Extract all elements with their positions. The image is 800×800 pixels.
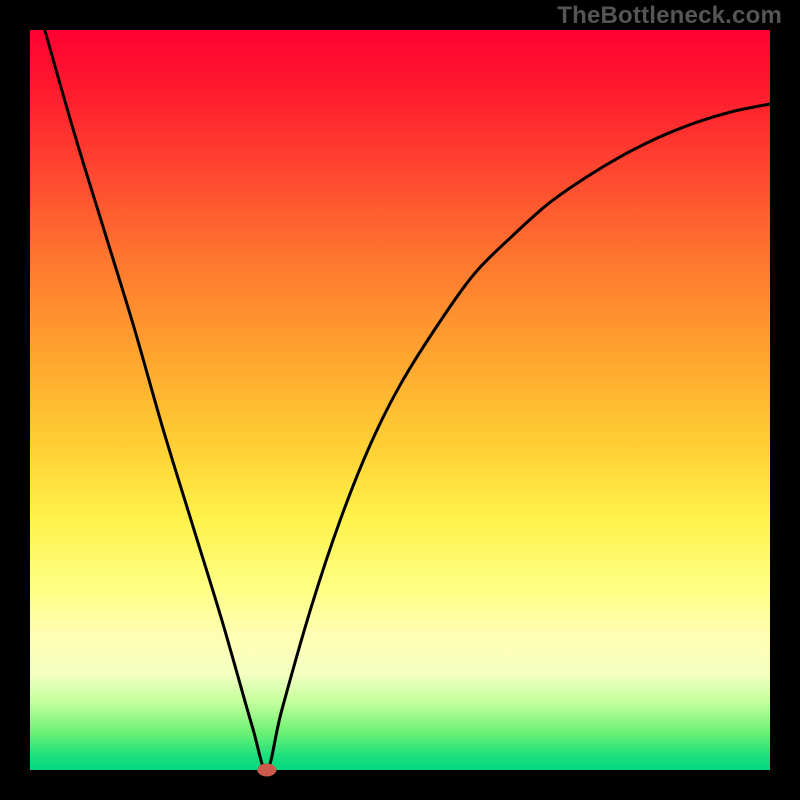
plot-svg <box>30 30 770 770</box>
bottleneck-curve <box>45 30 770 770</box>
chart-frame: TheBottleneck.com <box>0 0 800 800</box>
plot-area <box>30 30 770 770</box>
min-marker <box>258 764 276 776</box>
watermark-text: TheBottleneck.com <box>557 2 782 30</box>
